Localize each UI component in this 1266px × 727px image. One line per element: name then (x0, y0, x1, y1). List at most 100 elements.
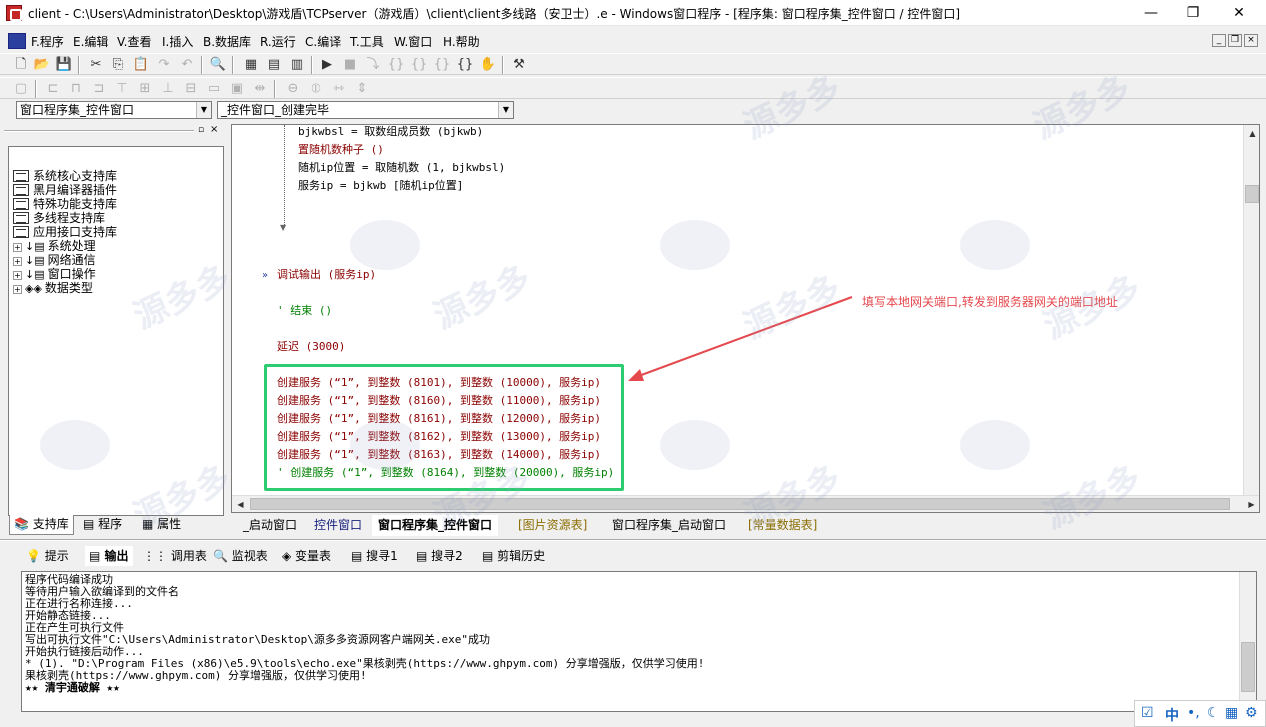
ime-skin-icon[interactable]: ▦ (1225, 705, 1238, 721)
tree-item[interactable]: + ↓▤ 网络通信 (13, 253, 96, 268)
code-editor[interactable]: ▼ bjkwbsl = 取数组成员数 (bjkwb) 置随机数种子 () 随机i… (231, 124, 1260, 513)
code-line[interactable]: ' 结束 () (277, 304, 332, 318)
code-line[interactable]: 置随机数种子 () (298, 143, 384, 157)
menu-help[interactable]: H.帮助 (443, 33, 480, 50)
menu-compile[interactable]: C.编译 (305, 33, 341, 50)
mdi-minimize-icon[interactable]: _ (1212, 34, 1226, 47)
tab-constants[interactable]: [常量数据表] (742, 515, 823, 536)
undo-icon[interactable]: ↶ (178, 56, 196, 74)
code-line[interactable]: 创建服务 (“1”, 到整数 (8162), 到整数 (13000), 服务ip… (277, 430, 601, 444)
code-line[interactable]: 延迟 (3000) (277, 340, 345, 354)
layout3-icon[interactable]: ▥ (288, 56, 306, 74)
menu-view[interactable]: V.查看 (117, 33, 151, 50)
subroutine-combo[interactable]: _控件窗口_创建完毕 ▼ (217, 101, 514, 119)
hscroll-thumb[interactable] (250, 498, 1230, 510)
same-size-icon[interactable]: ▣ (228, 80, 246, 98)
help-tool-icon[interactable]: ⚒ (510, 56, 528, 74)
maximize-button[interactable]: ❐ (1170, 0, 1216, 26)
vcenter-icon[interactable]: ⦶ (307, 80, 325, 98)
tab-image-resources[interactable]: [图片资源表] (512, 515, 593, 536)
tree-item[interactable]: + ↓▤ 系统处理 (13, 239, 96, 254)
tab-library[interactable]: 📚 支持库 (9, 515, 74, 535)
cut-icon[interactable]: ✂ (87, 56, 105, 74)
editor-hscrollbar[interactable]: ◀ ▶ (232, 495, 1259, 512)
breakpoint-icon[interactable]: {} (456, 56, 474, 74)
menu-run[interactable]: R.运行 (260, 33, 296, 50)
tab-variables[interactable]: ◈ 变量表 (282, 546, 331, 566)
layout2-icon[interactable]: ▤ (265, 56, 283, 74)
library-tree[interactable]: 系统核心支持库 黑月编译器插件 特殊功能支持库 多线程支持库 应用接口支持库 +… (8, 146, 224, 516)
tab-properties[interactable]: ▦ 属性 (138, 515, 185, 535)
tree-item[interactable]: 系统核心支持库 (13, 169, 117, 183)
code-line[interactable]: 创建服务 (“1”, 到整数 (8161), 到整数 (12000), 服务ip… (277, 412, 601, 426)
scroll-up-icon[interactable]: ▲ (1244, 125, 1259, 142)
expand-icon[interactable]: + (13, 257, 22, 266)
layout1-icon[interactable]: ▦ (242, 56, 260, 74)
panel-restore-icon[interactable]: ▫ (198, 125, 204, 135)
menu-edit[interactable]: E.编辑 (73, 33, 108, 50)
redo-icon[interactable]: ↷ (155, 56, 173, 74)
scroll-right-icon[interactable]: ▶ (1243, 496, 1259, 512)
menu-database[interactable]: B.数据库 (203, 33, 251, 50)
tree-item[interactable]: 特殊功能支持库 (13, 197, 117, 211)
ime-check-icon[interactable]: ☑ (1141, 705, 1154, 721)
assembly-combo[interactable]: 窗口程序集_控件窗口 ▼ (16, 101, 212, 119)
align-top-icon[interactable]: ⊤ (113, 80, 131, 98)
copy-icon[interactable]: ⎘ (109, 56, 127, 74)
tree-item[interactable]: 多线程支持库 (13, 211, 105, 225)
hand-icon[interactable]: ✋ (479, 56, 497, 74)
output-panel[interactable]: 程序代码编译成功 等待用户输入欲编译到的文件名 正在进行名称连接... 开始静态… (21, 571, 1257, 712)
run-icon[interactable]: ▶ (318, 56, 336, 74)
code-line[interactable]: 随机ip位置 = 取随机数 (1, bjkwbsl) (298, 161, 505, 175)
step-out-icon[interactable]: {} (410, 56, 428, 74)
scroll-thumb[interactable] (1245, 185, 1259, 203)
panel-close-icon[interactable]: × (210, 124, 218, 135)
expand-icon[interactable]: + (13, 271, 22, 280)
tab-output[interactable]: ▤ 输出 (85, 546, 133, 566)
code-line[interactable]: 调试输出 (服务ip) (277, 268, 376, 282)
mdi-restore-icon[interactable]: ❐ (1228, 34, 1242, 47)
expand-icon[interactable]: + (13, 243, 22, 252)
chevron-down-icon[interactable]: ▼ (498, 102, 513, 118)
align-grid-icon[interactable]: ▢ (12, 80, 30, 98)
step-over-icon[interactable]: {} (387, 56, 405, 74)
tab-control-assembly[interactable]: 窗口程序集_控件窗口 (372, 515, 499, 536)
menu-tools[interactable]: T.工具 (350, 33, 384, 50)
ime-moon-icon[interactable]: ☾ (1207, 705, 1220, 721)
code-line[interactable]: 创建服务 (“1”, 到整数 (8160), 到整数 (11000), 服务ip… (277, 394, 601, 408)
ime-punct-icon[interactable]: •, (1187, 705, 1200, 721)
paste-icon[interactable]: 📋 (132, 56, 150, 74)
align-right-icon[interactable]: ⊐ (90, 80, 108, 98)
menu-window[interactable]: W.窗口 (394, 33, 432, 50)
code-line[interactable]: ' 创建服务 (“1”, 到整数 (8164), 到整数 (20000), 服务… (277, 466, 614, 480)
ime-language[interactable]: 中 (1165, 705, 1179, 725)
hcenter-icon[interactable]: ⊖ (284, 80, 302, 98)
output-scroll-thumb[interactable] (1241, 642, 1255, 692)
tab-start-window[interactable]: _启动窗口 (237, 515, 303, 536)
vdistribute-icon[interactable]: ⇕ (353, 80, 371, 98)
scroll-left-icon[interactable]: ◀ (232, 496, 249, 512)
step-into-icon[interactable]: ⤵ (364, 56, 382, 74)
tab-hint[interactable]: 💡 提示 (26, 546, 69, 566)
tab-watch[interactable]: 🔍 监视表 (213, 546, 268, 566)
run-to-cursor-icon[interactable]: {} (433, 56, 451, 74)
tree-item[interactable]: 应用接口支持库 (13, 225, 117, 239)
tree-item[interactable]: 黑月编译器插件 (13, 183, 117, 197)
tab-control-window[interactable]: 控件窗口 (308, 515, 368, 536)
tree-item[interactable]: + ↓▤ 窗口操作 (13, 267, 96, 282)
close-button[interactable]: ✕ (1216, 0, 1262, 26)
menu-app-icon[interactable] (8, 33, 26, 49)
hspace-icon[interactable]: ⇹ (251, 80, 269, 98)
code-line[interactable]: bjkwbsl = 取数组成员数 (bjkwb) (298, 125, 483, 139)
hdistribute-icon[interactable]: ⇿ (330, 80, 348, 98)
align-middle-icon[interactable]: ⊞ (136, 80, 154, 98)
find-icon[interactable]: 🔍 (209, 56, 227, 74)
chevron-down-icon[interactable]: ▼ (196, 102, 211, 118)
open-file-icon[interactable]: 📂 (33, 56, 51, 74)
code-line[interactable]: 创建服务 (“1”, 到整数 (8163), 到整数 (14000), 服务ip… (277, 448, 601, 462)
code-line[interactable]: 服务ip = bjkwb [随机ip位置] (298, 179, 463, 193)
align-bottom-icon[interactable]: ⊥ (159, 80, 177, 98)
editor-vscrollbar[interactable]: ▲ (1243, 125, 1259, 495)
minimize-button[interactable]: — (1128, 0, 1174, 26)
stop-icon[interactable]: ■ (341, 56, 359, 74)
